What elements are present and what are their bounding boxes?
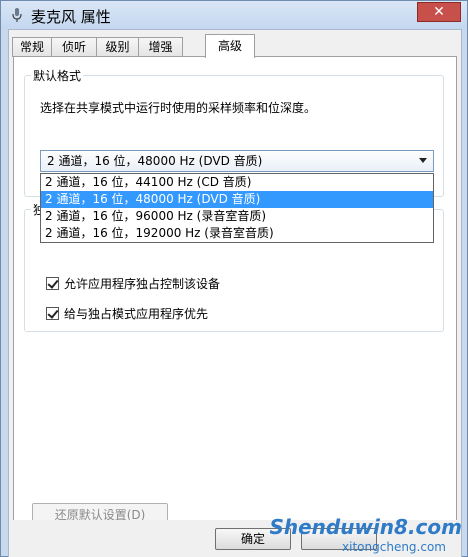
close-button[interactable]: ✕ (417, 2, 461, 22)
dialog-client: 常规 侦听 级别 增强 高级 默认格式 选择在共享模式中运行时使用的采样频率和位… (8, 29, 462, 557)
allow-exclusive-checkbox[interactable] (46, 276, 59, 290)
site-watermark: Shenduwin8.com xitongcheng.com (269, 493, 468, 557)
default-format-title: 默认格式 (31, 67, 84, 84)
watermark-subtext: xitongcheng.com (342, 540, 446, 554)
format-select-value: 2 通道，16 位，48000 Hz (DVD 音质) (47, 154, 263, 168)
watermark-text: Shenduwin8.com (269, 515, 462, 539)
format-option-48000[interactable]: 2 通道，16 位，48000 Hz (DVD 音质) (41, 191, 433, 208)
allow-exclusive-label: 允许应用程序独占控制该设备 (64, 276, 221, 291)
microphone-icon (12, 8, 22, 22)
tab-advanced[interactable]: 高级 (205, 34, 255, 58)
default-format-description: 选择在共享模式中运行时使用的采样频率和位深度。 (40, 101, 317, 115)
advanced-panel: 默认格式 选择在共享模式中运行时使用的采样频率和位深度。 2 通道，16 位，4… (13, 56, 457, 540)
chevron-down-icon[interactable] (419, 158, 427, 163)
exclusive-priority-label: 给与独占模式应用程序优先 (64, 306, 209, 321)
format-option-44100[interactable]: 2 通道，16 位，44100 Hz (CD 音质) (41, 174, 433, 191)
format-option-96000[interactable]: 2 通道，16 位，96000 Hz (录音室音质) (41, 208, 433, 225)
tab-listen[interactable]: 侦听 (51, 37, 97, 57)
tab-general[interactable]: 常规 (12, 37, 52, 57)
format-dropdown-list: 2 通道，16 位，44100 Hz (CD 音质) 2 通道，16 位，480… (40, 173, 434, 243)
format-select[interactable]: 2 通道，16 位，48000 Hz (DVD 音质) (40, 150, 434, 172)
format-option-192000[interactable]: 2 通道，16 位，192000 Hz (录音室音质) (41, 225, 433, 242)
tab-levels[interactable]: 级别 (96, 37, 139, 57)
properties-window: 麦克风 属性 ✕ 常规 侦听 级别 增强 高级 默认格式 选择在共享模式中运行时… (0, 0, 468, 557)
exclusive-priority-checkbox-row[interactable]: 给与独占模式应用程序优先 (46, 305, 208, 321)
allow-exclusive-checkbox-row[interactable]: 允许应用程序独占控制该设备 (46, 275, 220, 291)
exclusive-priority-checkbox[interactable] (46, 306, 59, 320)
close-icon: ✕ (433, 4, 445, 20)
title-bar[interactable]: 麦克风 属性 ✕ (1, 1, 467, 29)
window-title: 麦克风 属性 (31, 8, 111, 26)
tab-enhancements[interactable]: 增强 (138, 37, 183, 57)
